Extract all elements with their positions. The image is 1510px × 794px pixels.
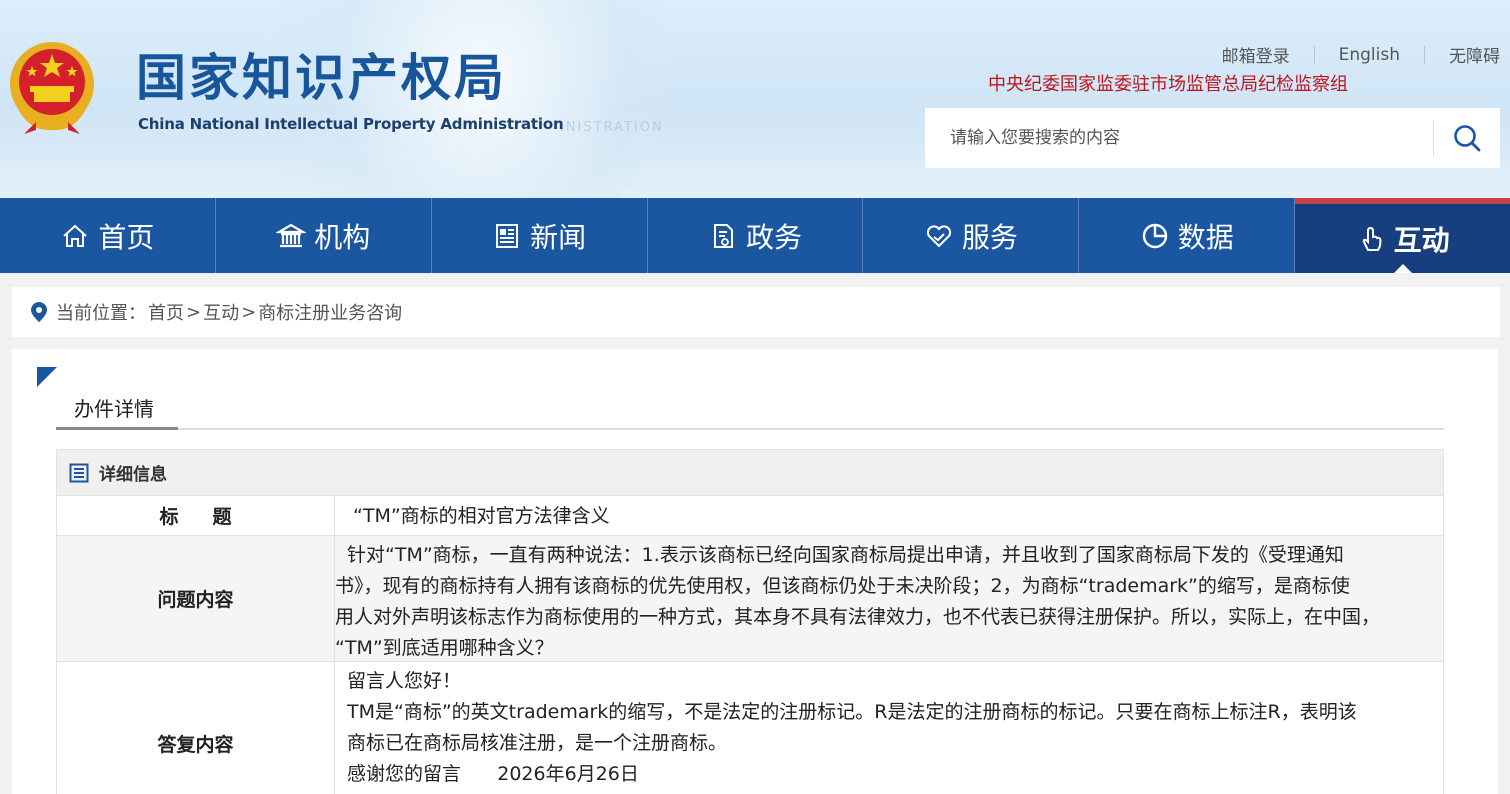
- mail-login-link[interactable]: 邮箱登录: [1198, 42, 1314, 67]
- search-button[interactable]: [1434, 108, 1500, 168]
- discipline-inspection-link[interactable]: 中央纪委国家监委驻市场监管总局纪检监察组: [988, 70, 1348, 96]
- main-nav: 首页 机构 新闻 政务 服务 数据 互动: [0, 198, 1510, 273]
- title-label: 标题: [57, 496, 335, 535]
- nav-item-affairs[interactable]: 政务: [648, 198, 864, 273]
- nav-item-institution[interactable]: 机构: [216, 198, 432, 273]
- nav-item-label: 政务: [746, 220, 803, 254]
- nav-item-data[interactable]: 数据: [1079, 198, 1296, 273]
- answer-label: 答复内容: [57, 662, 335, 794]
- nav-item-label: 首页: [98, 220, 155, 254]
- search-bar: [925, 108, 1500, 168]
- answer-value: 留言人您好！ TM是“商标”的英文trademark的缩写，不是法定的注册标记。…: [347, 670, 1357, 785]
- breadcrumb-separator: >: [186, 301, 202, 323]
- breadcrumb: 当前位置： 首页 > 互动 > 商标注册业务咨询: [12, 287, 1500, 337]
- site-logo-chinese[interactable]: 国家知识产权局: [136, 50, 507, 106]
- nav-item-interaction[interactable]: 互动: [1295, 198, 1510, 273]
- accessibility-link[interactable]: 无障碍: [1425, 42, 1500, 67]
- tab-underline: [56, 428, 1444, 430]
- breadcrumb-home[interactable]: 首页: [148, 299, 184, 325]
- heart-hand-icon: [926, 224, 951, 247]
- question-value: 针对“TM”商标，一直有两种说法：1.表示该商标已经向国家商标局提出申请，并且收…: [335, 544, 1381, 659]
- breadcrumb-interaction[interactable]: 互动: [203, 299, 239, 325]
- table-row: 答复内容 留言人您好！ TM是“商标”的英文trademark的缩写，不是法定的…: [57, 662, 1443, 794]
- location-pin-icon: [30, 301, 48, 323]
- search-input[interactable]: [925, 108, 1433, 168]
- nav-item-label: 新闻: [530, 220, 587, 254]
- nav-item-home[interactable]: 首页: [0, 198, 216, 273]
- nav-item-label: 机构: [314, 220, 371, 254]
- pie-chart-icon: [1142, 223, 1167, 248]
- table-row: 标题 “TM”商标的相对官方法律含义: [57, 496, 1443, 536]
- nav-item-service[interactable]: 服务: [863, 198, 1080, 273]
- breadcrumb-current[interactable]: 商标注册业务咨询: [258, 299, 402, 325]
- nav-item-label: 互动: [1393, 223, 1450, 257]
- breadcrumb-prefix: 当前位置：: [56, 303, 146, 324]
- title-value: “TM”商标的相对官方法律含义: [353, 505, 610, 527]
- tab-active-indicator: [56, 427, 178, 430]
- top-links: 邮箱登录 English 无障碍: [1198, 42, 1500, 68]
- table-row: 问题内容 针对“TM”商标，一直有两种说法：1.表示该商标已经向国家商标局提出申…: [57, 536, 1443, 662]
- hand-pointer-icon: [1362, 226, 1382, 251]
- home-icon: [63, 224, 88, 247]
- detail-header: 详细信息: [57, 450, 1443, 496]
- institution-icon: [276, 223, 307, 247]
- question-label: 问题内容: [57, 536, 335, 661]
- search-icon: [1454, 125, 1481, 152]
- english-link[interactable]: English: [1315, 45, 1424, 65]
- list-icon: [69, 463, 89, 482]
- document-icon: [714, 223, 733, 248]
- corner-marker: [37, 367, 57, 387]
- main-content: 办件详情 详细信息 标题 “TM”商标的相对官方法律含义 问题内容 针对“TM”…: [12, 349, 1498, 794]
- nav-item-label: 数据: [1177, 220, 1234, 254]
- site-logo-english[interactable]: China National Intellectual Property Adm…: [138, 115, 564, 133]
- detail-table: 详细信息 标题 “TM”商标的相对官方法律含义 问题内容 针对“TM”商标，一直…: [56, 449, 1444, 794]
- nav-item-news[interactable]: 新闻: [432, 198, 648, 273]
- news-icon: [496, 223, 519, 248]
- breadcrumb-separator: >: [241, 301, 257, 323]
- nav-item-label: 服务: [961, 220, 1018, 254]
- detail-header-title: 详细信息: [99, 465, 167, 485]
- national-emblem-icon[interactable]: [6, 40, 98, 136]
- tab-case-details[interactable]: 办件详情: [74, 393, 154, 422]
- header-watermark-text: INISTRATION: [560, 120, 664, 135]
- site-header: INISTRATION 国家知识产权局 China National Intel…: [0, 0, 1510, 198]
